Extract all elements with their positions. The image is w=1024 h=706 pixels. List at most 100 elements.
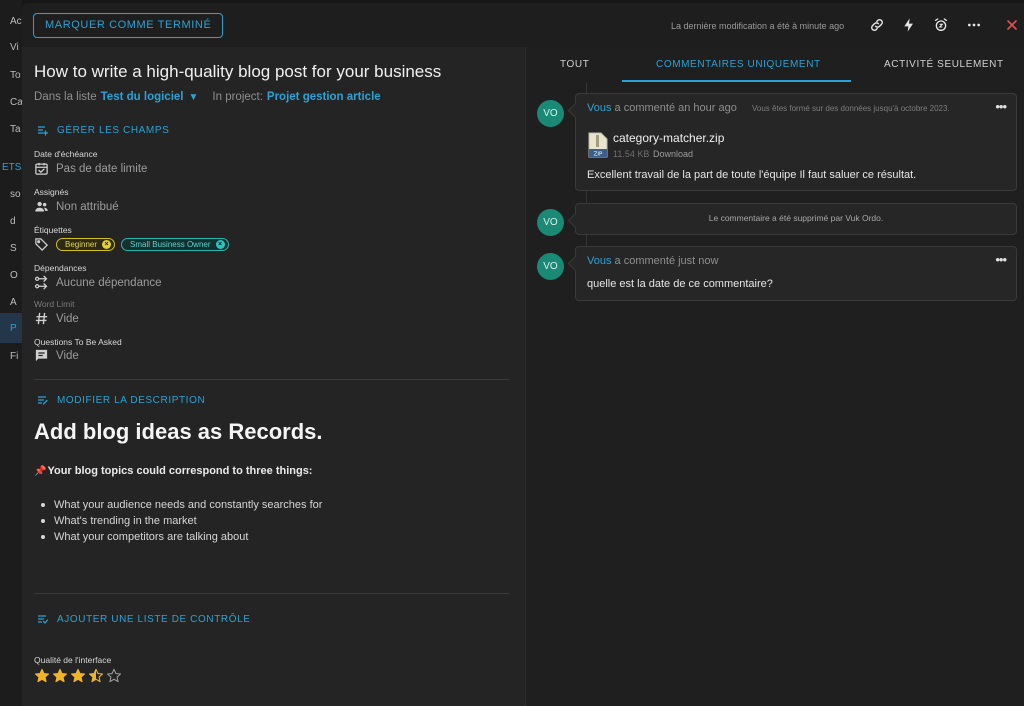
hash-icon [34,311,49,326]
chevron-down-icon[interactable]: ▼ [189,92,199,103]
star-icon[interactable] [52,668,68,684]
comment-card: Vous a commenté just now ••• quelle est … [575,246,1017,301]
comment-author[interactable]: Vous [587,102,611,114]
questions-field[interactable]: Vide [34,348,79,363]
remove-tag-icon[interactable]: × [215,240,225,249]
tag-label: Small Business Owner [130,240,211,249]
more-icon[interactable] [964,15,984,35]
tags-field: Beginner × Small Business Owner × [34,237,235,252]
last-modified-text: La dernière modification a été à minute … [671,21,845,31]
due-date-field[interactable]: Pas de date limite [34,161,147,176]
background-sidebar-item: To [10,70,21,81]
manage-fields-icon [37,126,49,136]
rating-stars[interactable] [34,668,124,684]
activity-pane: TOUT COMMENTAIRES UNIQUEMENT ACTIVITÉ SE… [525,47,1024,706]
add-checklist-button[interactable]: AJOUTER UNE LISTE DE CONTRÔLE [37,613,251,625]
background-sidebar-item: Ac [10,16,22,27]
list-item: What your audience needs and constantly … [41,497,322,513]
list-link[interactable]: Test du logiciel [101,91,184,103]
rating-label: Qualité de l'interface [34,655,112,665]
list-prefix: Dans la liste [34,91,97,103]
people-icon [34,199,49,214]
avatar: VO [537,100,564,127]
link-icon[interactable] [867,15,887,35]
word-limit-field[interactable]: Vide [34,311,79,326]
assignees-label: Assignés [34,187,69,197]
tags-label: Étiquettes [34,225,72,235]
comment-header: Vous a commenté just now [587,255,718,267]
pushpin-icon: 📌 [34,465,47,477]
description-subheading-text: Your blog topics could correspond to thr… [47,465,313,477]
comment-header: Vous a commenté an hour ago [587,102,737,114]
edit-description-label: MODIFIER LA DESCRIPTION [57,394,206,406]
breadcrumb: Dans la liste Test du logiciel ▼ In proj… [34,91,381,103]
file-ext-label: ZIP [594,152,603,158]
description-heading: Add blog ideas as Records. [34,419,323,444]
download-link[interactable]: Download [653,149,693,159]
tab-all[interactable]: TOUT [560,59,589,70]
due-date-label: Date d'échéance [34,149,98,159]
dependencies-value: Aucune dépendance [56,276,162,289]
activity-tabs: TOUT COMMENTAIRES UNIQUEMENT ACTIVITÉ SE… [526,47,1024,83]
word-limit-value: Vide [56,312,79,325]
close-icon[interactable] [1002,15,1022,35]
alarm-clock-icon[interactable] [931,15,951,35]
avatar: VO [537,209,564,236]
add-checklist-label: AJOUTER UNE LISTE DE CONTRÔLE [57,613,251,625]
description-list: What your audience needs and constantly … [41,497,322,545]
attachment-name[interactable]: category-matcher.zip [613,131,724,145]
word-limit-label: Word Limit [34,299,75,309]
comment-action: a commenté an hour ago [614,102,737,114]
background-sidebar-item: Fi [10,351,19,362]
deleted-comment-text: Le commentaire a été supprimé par Vuk Or… [708,213,884,223]
tab-comments-only[interactable]: COMMENTAIRES UNIQUEMENT [656,59,821,70]
manage-fields-button[interactable]: GÉRER LES CHAMPS [37,124,169,136]
mark-complete-button[interactable]: MARQUER COMME TERMINÉ [33,13,224,38]
tag-chip[interactable]: Small Business Owner × [121,238,229,251]
manage-fields-label: GÉRER LES CHAMPS [57,124,170,136]
edit-description-icon [37,396,48,405]
comment-icon [34,348,49,363]
avatar: VO [537,253,564,280]
comment-author[interactable]: Vous [587,255,611,267]
assignees-value: Non attribué [56,200,119,213]
questions-value: Vide [56,349,79,362]
star-icon[interactable] [34,668,50,684]
tab-activity-only[interactable]: ACTIVITÉ SEULEMENT [884,59,1004,70]
list-item: What's trending in the market [41,513,322,529]
comment-menu-icon[interactable]: ••• [995,252,1007,267]
task-details-pane: How to write a high-quality blog post fo… [22,47,525,706]
tag-chip[interactable]: Beginner × [56,238,116,251]
active-tab-indicator [622,80,851,82]
background-sidebar-item: so [10,189,21,200]
task-modal: MARQUER COMME TERMINÉ La dernière modifi… [22,3,1024,706]
edit-description-button[interactable]: MODIFIER LA DESCRIPTION [37,394,205,406]
background-sidebar-item: Ca [10,97,22,108]
comment-text: quelle est la date de ce commentaire? [587,278,773,290]
task-title[interactable]: How to write a high-quality blog post fo… [34,62,441,82]
dependencies-field[interactable]: Aucune dépendance [34,275,162,290]
remove-tag-icon[interactable]: × [102,240,112,249]
list-item: What your competitors are talking about [41,529,322,545]
comment-note: Vous êtes formé sur des données jusqu'à … [752,104,950,113]
due-date-value: Pas de date limite [56,162,148,175]
bolt-icon[interactable] [899,15,919,35]
dependency-icon [34,275,49,290]
dependencies-label: Dépendances [34,263,87,273]
attachment-size: 11.54 KB [613,149,650,159]
comment-action: a commenté just now [614,255,719,267]
background-sidebar-item: P [10,323,17,334]
star-icon[interactable] [106,668,122,684]
deleted-comment-card: Le commentaire a été supprimé par Vuk Or… [575,203,1017,235]
star-icon[interactable] [88,668,104,684]
star-icon[interactable] [70,668,86,684]
comment-menu-icon[interactable]: ••• [995,99,1007,114]
divider [34,379,509,380]
assignees-field[interactable]: Non attribué [34,199,119,214]
modal-toolbar: MARQUER COMME TERMINÉ La dernière modifi… [22,3,1024,47]
calendar-check-icon [34,161,49,176]
project-prefix: In project: [212,91,263,103]
project-link[interactable]: Projet gestion article [267,91,381,103]
background-sidebar: Ac Vi To Ca Ta ETS C so d S O A P Fi [0,0,22,706]
add-checklist-icon [37,615,49,624]
